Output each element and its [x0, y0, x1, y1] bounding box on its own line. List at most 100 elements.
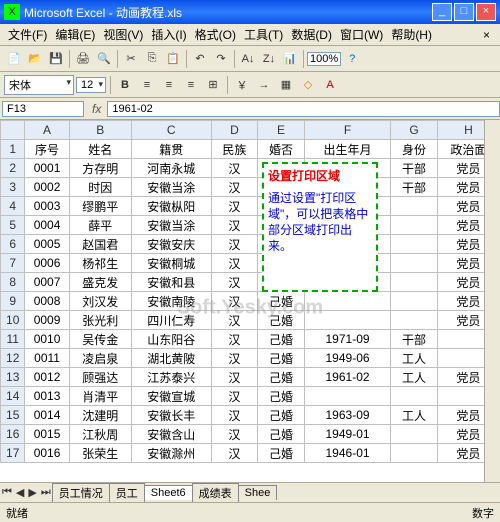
col-header[interactable]: B	[69, 121, 131, 140]
sort-desc-icon[interactable]: Z↓	[259, 49, 279, 69]
fill-color-icon[interactable]: ◇	[298, 75, 318, 95]
cell[interactable]: 姓名	[69, 140, 131, 159]
cell[interactable]: 己婚	[258, 311, 305, 330]
cell[interactable]: 0010	[25, 330, 69, 349]
cell[interactable]: 民族	[211, 140, 258, 159]
cell[interactable]: 吴传金	[69, 330, 131, 349]
minimize-button[interactable]: _	[432, 3, 452, 21]
cell[interactable]: 1946-01	[304, 444, 390, 463]
cell[interactable]: 出生年月	[304, 140, 390, 159]
vertical-scrollbar[interactable]	[484, 120, 500, 482]
cell[interactable]: 肖清平	[69, 387, 131, 406]
cell[interactable]: 0006	[25, 254, 69, 273]
cell[interactable]: 四川仁寿	[131, 311, 211, 330]
row-header[interactable]: 14	[1, 387, 25, 406]
font-color-icon[interactable]: A	[320, 75, 340, 95]
cell[interactable]: 汉	[211, 159, 258, 178]
cell[interactable]: 汉	[211, 406, 258, 425]
cell[interactable]: 序号	[25, 140, 69, 159]
font-size-box[interactable]: 12	[76, 77, 106, 93]
cell[interactable]: 赵国君	[69, 235, 131, 254]
cell[interactable]	[304, 292, 390, 311]
formula-bar[interactable]: 1961-02	[107, 101, 500, 117]
cell[interactable]: 汉	[211, 197, 258, 216]
cell[interactable]: 汉	[211, 216, 258, 235]
cell[interactable]: 安徽南陵	[131, 292, 211, 311]
cell[interactable]: 盛克发	[69, 273, 131, 292]
sheet-tab[interactable]: Shee	[238, 485, 278, 500]
cell[interactable]: 0012	[25, 368, 69, 387]
cell[interactable]: 江秋周	[69, 425, 131, 444]
cell[interactable]: 己婚	[258, 292, 305, 311]
help-icon[interactable]: ?	[342, 49, 362, 69]
cell[interactable]	[391, 387, 438, 406]
open-icon[interactable]: 📂	[25, 49, 45, 69]
row-header[interactable]: 2	[1, 159, 25, 178]
col-header[interactable]: A	[25, 121, 69, 140]
cell[interactable]: 1949-01	[304, 425, 390, 444]
cell[interactable]: 安徽含山	[131, 425, 211, 444]
cell[interactable]	[391, 235, 438, 254]
cell[interactable]: 0003	[25, 197, 69, 216]
row-header[interactable]: 5	[1, 216, 25, 235]
menu-format[interactable]: 格式(O)	[191, 24, 240, 45]
zoom-box[interactable]: 100%	[307, 52, 341, 66]
doc-close-button[interactable]: ×	[477, 28, 496, 42]
cell[interactable]: 己婚	[258, 406, 305, 425]
cell[interactable]: 安徽安庆	[131, 235, 211, 254]
tab-nav-prev[interactable]: ◀	[14, 486, 26, 499]
col-header[interactable]: F	[304, 121, 390, 140]
cell[interactable]: 己婚	[258, 349, 305, 368]
cell[interactable]: 0013	[25, 387, 69, 406]
sheet-tab[interactable]: 员工情况	[52, 483, 110, 502]
close-button[interactable]: ×	[476, 3, 496, 21]
menu-file[interactable]: 文件(F)	[4, 24, 51, 45]
cell[interactable]: 安徽当涂	[131, 216, 211, 235]
align-left-icon[interactable]: ≡	[137, 75, 157, 95]
cell[interactable]: 张荣生	[69, 444, 131, 463]
cell[interactable]: 安徽长丰	[131, 406, 211, 425]
cell[interactable]: 汉	[211, 368, 258, 387]
cell[interactable]: 己婚	[258, 444, 305, 463]
cell[interactable]: 山东阳谷	[131, 330, 211, 349]
row-header[interactable]: 9	[1, 292, 25, 311]
cell[interactable]: 1971-09	[304, 330, 390, 349]
cell[interactable]: 安徽滁州	[131, 444, 211, 463]
cell[interactable]: 1961-02	[304, 368, 390, 387]
sheet-tab[interactable]: 成绩表	[192, 483, 239, 502]
col-header[interactable]: E	[258, 121, 305, 140]
row-header[interactable]: 8	[1, 273, 25, 292]
cell[interactable]: 婚否	[258, 140, 305, 159]
cell[interactable]	[304, 311, 390, 330]
cell[interactable]: 汉	[211, 387, 258, 406]
cell[interactable]: 安徽当涂	[131, 178, 211, 197]
cell[interactable]: 0016	[25, 444, 69, 463]
cell[interactable]	[391, 311, 438, 330]
cell[interactable]: 汉	[211, 311, 258, 330]
cell[interactable]: 缪鹏平	[69, 197, 131, 216]
sheet-tab[interactable]: 员工	[109, 483, 145, 502]
cell[interactable]	[391, 292, 438, 311]
cell[interactable]: 汉	[211, 178, 258, 197]
tab-nav-first[interactable]: ⏮	[0, 486, 14, 499]
row-header[interactable]: 1	[1, 140, 25, 159]
bold-icon[interactable]: B	[115, 75, 135, 95]
redo-icon[interactable]: ↷	[211, 49, 231, 69]
cell[interactable]	[304, 387, 390, 406]
align-right-icon[interactable]: ≡	[181, 75, 201, 95]
cell[interactable]	[391, 216, 438, 235]
cell[interactable]: 刘汉发	[69, 292, 131, 311]
cell[interactable]	[391, 254, 438, 273]
tab-nav-next[interactable]: ▶	[26, 486, 38, 499]
preview-icon[interactable]: 🔍	[94, 49, 114, 69]
cell[interactable]: 汉	[211, 273, 258, 292]
worksheet[interactable]: ABCDEFGH1序号姓名籍贯民族婚否出生年月身份政治面20001方存明河南永城…	[0, 120, 500, 482]
menu-window[interactable]: 窗口(W)	[336, 24, 387, 45]
maximize-button[interactable]: □	[454, 3, 474, 21]
merge-icon[interactable]: ⊞	[203, 75, 223, 95]
cell[interactable]: 安徽宣城	[131, 387, 211, 406]
undo-icon[interactable]: ↶	[190, 49, 210, 69]
cell[interactable]: 方存明	[69, 159, 131, 178]
currency-icon[interactable]: ￥	[232, 75, 252, 95]
new-icon[interactable]: 📄	[4, 49, 24, 69]
